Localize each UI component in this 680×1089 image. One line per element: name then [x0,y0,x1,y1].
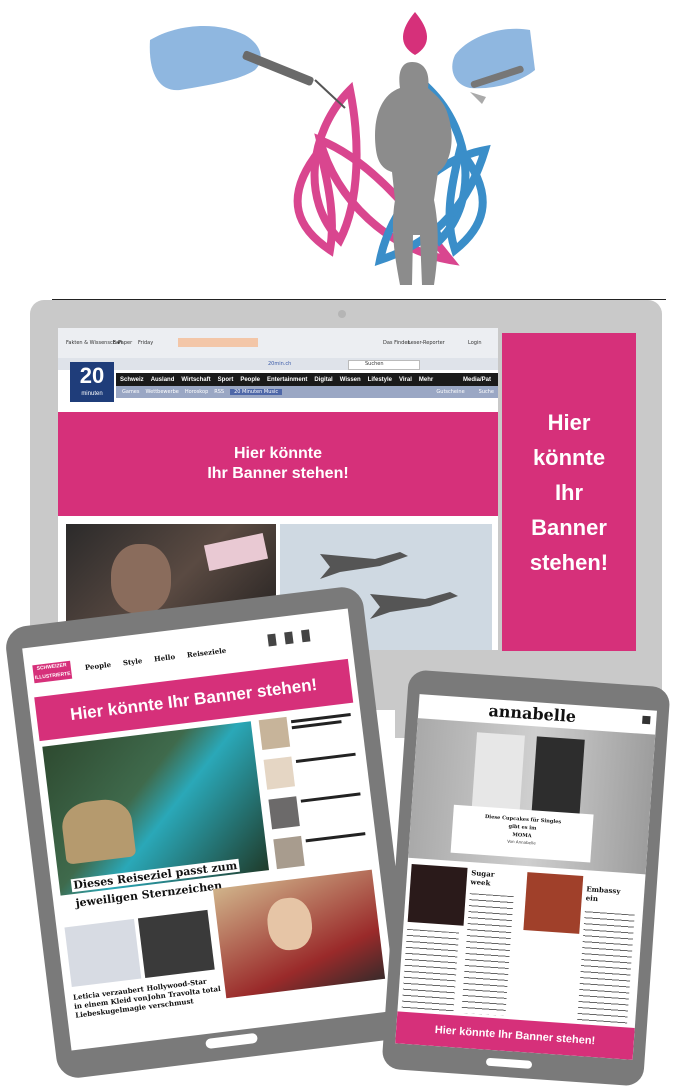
nav-item-entertainment[interactable]: Entertainment [267,377,307,383]
skyscraper-line-1: Hier [547,409,591,435]
phone-screen: annabelle Diese Cupcakes für Singles gib… [395,694,657,1060]
subnav-music[interactable]: 20 Minuten Music [230,389,283,395]
subnav-games[interactable]: Games [122,389,140,395]
thumb-1[interactable] [258,716,291,751]
face-shape [111,544,171,614]
neon-image[interactable] [407,863,468,926]
site-logo[interactable]: 20 minuten [70,362,114,402]
nav-item-ausland[interactable]: Ausland [151,377,175,383]
skyscraper-line-5: stehen! [529,549,609,575]
thumb-3[interactable] [268,796,300,830]
nav-item-wissen[interactable]: Wissen [340,377,361,383]
nav-item-mehr[interactable]: Mehr [419,377,433,383]
tablet-screen: SCHWEIZER ILLUSTRIERTE People Style Hello… [22,608,398,1051]
story-2-headline[interactable]: Hollywood-Star John Travolta total versc… [146,975,222,1011]
subnav-gutscheine[interactable]: Gutscheine [436,389,464,395]
tablet-nav-style[interactable]: Style [122,656,142,667]
banner-line-2: Ihr Banner stehen! [207,465,349,482]
thumb-4-title [305,832,366,843]
text-lines-2 [577,911,635,1025]
toplink-3[interactable]: Friday [138,340,153,346]
url-text[interactable]: 20min.ch [268,361,291,367]
nav-item-viral[interactable]: Viral [399,377,412,383]
nav-item-media[interactable]: Media/Pat [463,377,491,383]
toplink-right-2[interactable]: Leser-Reporter [408,340,445,346]
subnav-wettbewerbe[interactable]: Wettbewerbe [146,389,179,395]
drop-icon [402,12,428,55]
subnav-suche[interactable]: Suche [479,389,494,395]
tablet-nav-hello[interactable]: Hello [154,652,176,663]
tablet-nav: People Style Hello Reiseziele [84,646,226,672]
tablet-nav-reiseziele[interactable]: Reiseziele [186,646,226,660]
toplink-right-1[interactable]: Das Finden [383,340,411,346]
side-story-2[interactable]: Embassy ein [585,884,642,906]
nav-item-lifestyle[interactable]: Lifestyle [368,377,392,383]
user-icon[interactable] [284,631,294,645]
glove-syringe-icon [149,25,346,109]
thumb-2-title [295,752,356,763]
browser-top-bar: Fakten & Wissenschaft E-Paper Friday Das… [58,328,498,358]
nav-item-sport[interactable]: Sport [218,377,234,383]
skyscraper-line-4: Banner [531,514,607,540]
banner-line-1: Hier könnte [233,445,322,462]
text-lines-3 [401,928,460,1013]
story-3-image[interactable] [212,869,386,999]
tablet-brand-logo[interactable]: SCHWEIZER ILLUSTRIERTE [32,660,73,684]
skyscraper-line-3: Ihr [554,479,584,505]
story-2-image[interactable] [137,909,215,978]
login-link[interactable]: Login [468,340,482,346]
subnav-horoskop[interactable]: Horoskop [185,389,208,395]
sub-nav: Games Wettbewerbe Horoskop RSS 20 Minute… [116,386,498,398]
thumb-4[interactable] [273,835,305,870]
subnav-rss[interactable]: RSS [214,389,224,395]
main-nav: Schweiz Ausland Wirtschaft Sport People … [116,373,498,386]
browser-url-bar: 20min.ch Suchen [58,358,498,370]
illustration-cosmetic-surgery [149,12,535,285]
skyscraper-line-2: könnte [532,444,606,470]
thatched-roof-shape [59,796,137,865]
portrait-face-shape [264,895,315,953]
nav-item-digital[interactable]: Digital [314,377,332,383]
camera-dot [338,310,346,318]
search-input[interactable]: Suchen [348,360,420,370]
side-story-1[interactable]: Sugar week [470,868,517,889]
skyscraper-banner[interactable]: Hier könnte Ihr Banner stehen! [502,333,636,651]
nav-item-wirtschaft[interactable]: Wirtschaft [181,377,210,383]
leaderboard-banner[interactable]: Hier könnte Ihr Banner stehen! [58,412,498,516]
glove-scalpel-icon [452,28,535,104]
share-icon[interactable] [267,633,277,647]
nav-item-schweiz[interactable]: Schweiz [120,377,144,383]
tablet-nav-people[interactable]: People [84,660,111,672]
monitor-top-line [52,299,666,300]
phone-brand[interactable]: annabelle [488,701,577,726]
story-1-image[interactable] [64,918,142,987]
thumb-3-title [300,792,361,803]
toplink-2[interactable]: E-Paper [113,340,132,346]
tablet: SCHWEIZER ILLUSTRIERTE People Style Hello… [3,584,417,1081]
menu-icon[interactable] [642,715,651,725]
nav-item-people[interactable]: People [240,377,260,383]
phone-feature-card[interactable]: Diese Cupcakes für Singles gibt es im MO… [450,804,594,863]
story-1-headline[interactable]: Leticia verzaubert in einem Kleid von Li… [73,984,149,1019]
phone-shape [203,533,269,571]
ad-placeholder [178,338,258,347]
flowers-image[interactable] [523,872,584,934]
text-lines-1 [461,893,514,1016]
search-icon[interactable] [301,629,311,643]
thumb-2[interactable] [263,756,296,790]
phone: annabelle Diese Cupcakes für Singles gib… [381,669,671,1087]
